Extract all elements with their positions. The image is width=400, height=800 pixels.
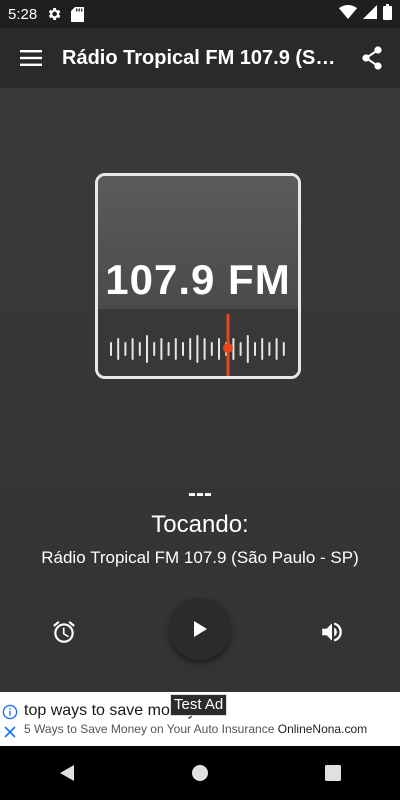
ad-info-icon[interactable] xyxy=(2,704,18,725)
alarm-icon xyxy=(53,620,75,643)
ad-source: OnlineNona.com xyxy=(277,722,368,736)
share-icon[interactable] xyxy=(344,28,400,88)
recents-icon xyxy=(325,765,342,781)
ad-close-icon[interactable] xyxy=(2,724,18,745)
status-time: 5:28 xyxy=(8,5,38,23)
signal-icon xyxy=(363,4,377,24)
navigation-bar xyxy=(0,746,400,800)
track-title: --- xyxy=(188,480,212,507)
ad-subtext[interactable]: 5 Ways to Save Money on Your Auto Insura… xyxy=(24,722,367,736)
home-button[interactable] xyxy=(150,764,250,782)
play-button[interactable] xyxy=(169,598,231,660)
menu-icon[interactable] xyxy=(0,28,62,88)
volume-icon xyxy=(322,622,342,642)
ad-banner[interactable]: top ways to save money 5 Ways to Save Mo… xyxy=(0,692,400,746)
wifi-icon xyxy=(339,4,357,24)
test-ad-badge: Test Ad xyxy=(170,694,228,716)
app-title: Rádio Tropical FM 107.9 (São Paulo - SP) xyxy=(62,46,342,69)
alarm-button[interactable] xyxy=(44,612,84,652)
volume-button[interactable] xyxy=(312,612,352,652)
ad-description: 5 Ways to Save Money on Your Auto Insura… xyxy=(24,722,275,736)
gear-icon xyxy=(46,6,62,22)
player-area: 107.9 FM --- Tocando: Rádio Tropical FM … xyxy=(0,88,400,692)
status-bar: 5:28 xyxy=(0,0,400,28)
playback-status: Tocando: xyxy=(151,511,249,538)
sd-card-icon xyxy=(71,6,85,22)
back-icon xyxy=(59,765,74,781)
back-button[interactable] xyxy=(17,764,117,782)
play-icon xyxy=(194,621,207,637)
radio-display: 107.9 FM xyxy=(95,173,301,379)
battery-icon xyxy=(383,3,392,25)
app-bar: Rádio Tropical FM 107.9 (São Paulo - SP) xyxy=(0,28,400,88)
recents-button[interactable] xyxy=(283,765,383,781)
station-name: Rádio Tropical FM 107.9 (São Paulo - SP) xyxy=(41,548,359,567)
tuner-dial xyxy=(110,314,285,376)
home-icon xyxy=(191,765,208,781)
